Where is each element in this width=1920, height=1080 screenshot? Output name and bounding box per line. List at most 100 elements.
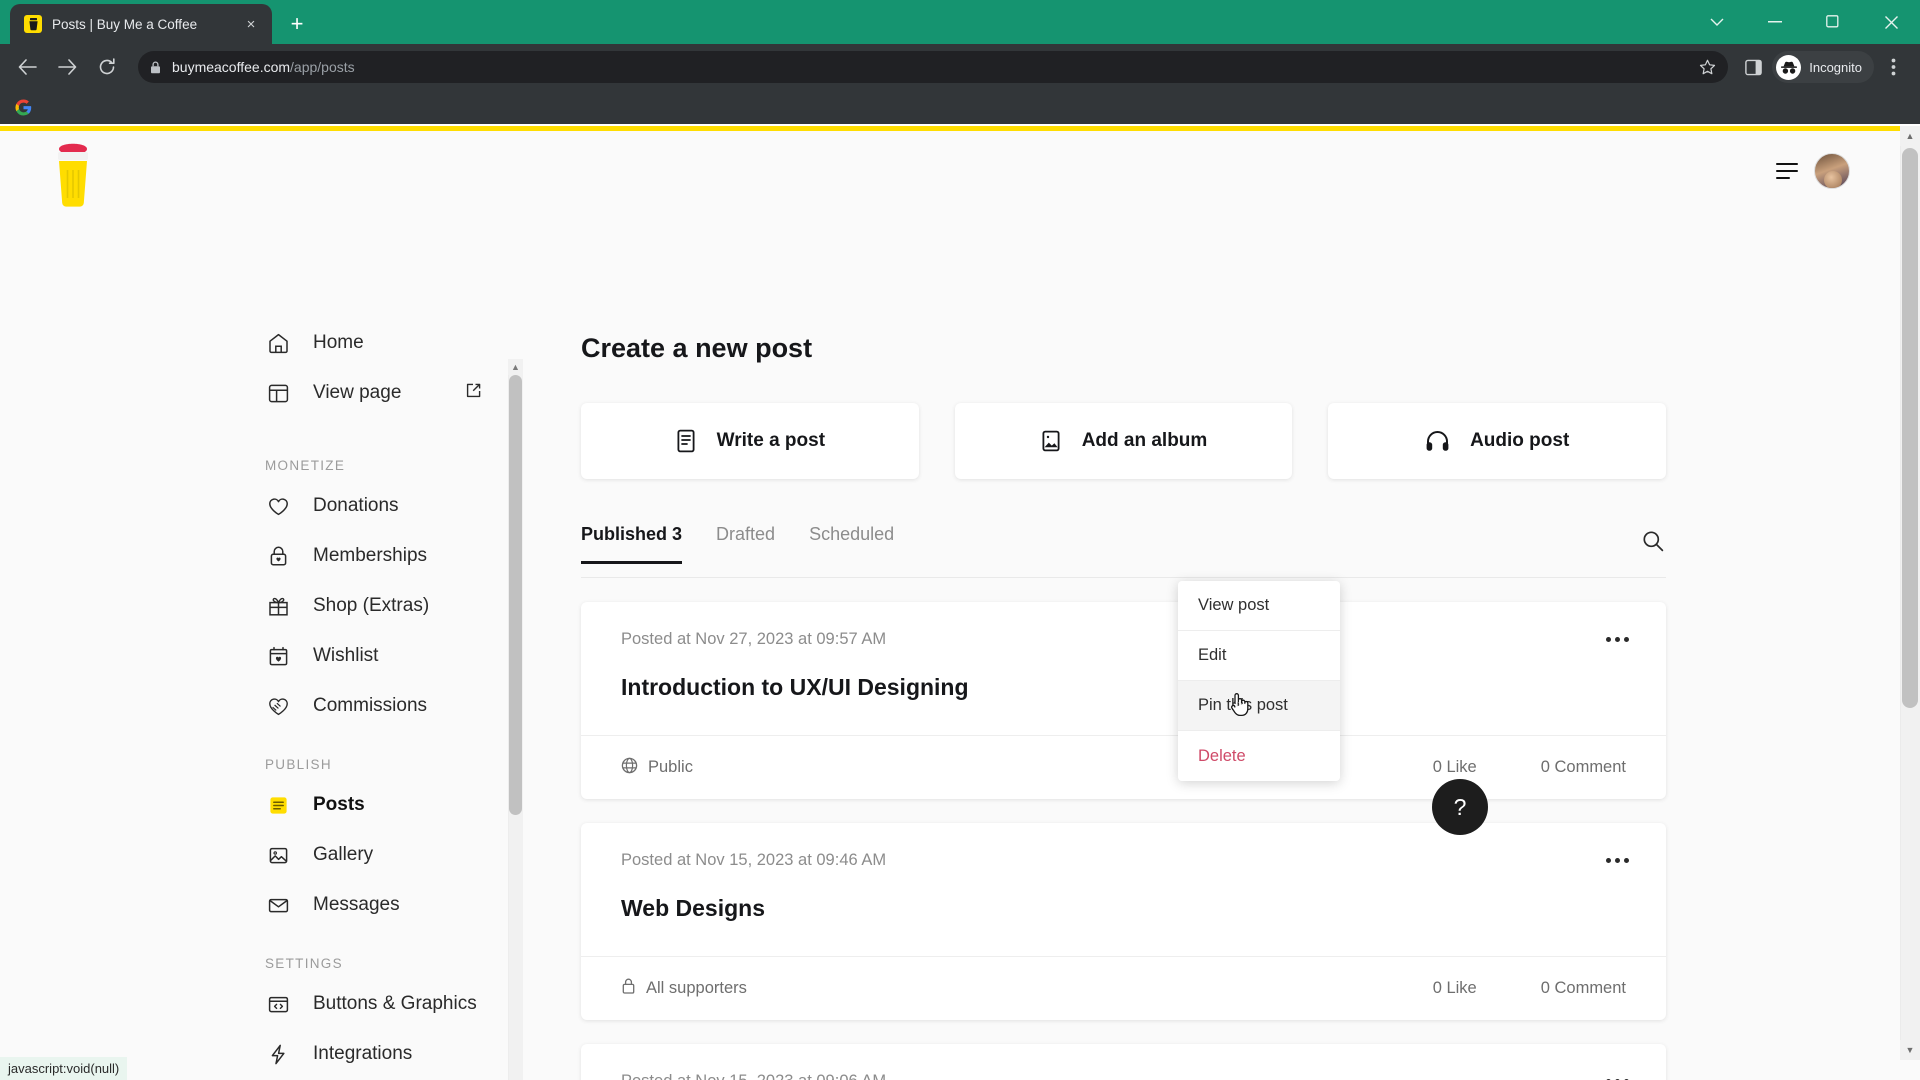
reload-icon[interactable] (90, 50, 124, 84)
maximize-icon[interactable] (1804, 0, 1862, 44)
sidebar-item-label: Messages (313, 894, 400, 915)
sidebar-item-view-page[interactable]: View page (265, 368, 530, 418)
gift-icon (265, 593, 291, 619)
sidebar-item-messages[interactable]: Messages (265, 880, 530, 930)
incognito-profile-chip[interactable]: Incognito (1772, 51, 1874, 83)
help-button[interactable]: ? (1432, 779, 1488, 835)
post-footer: Public 0 Like 0 Comment (581, 735, 1666, 799)
incognito-icon (1776, 54, 1802, 80)
sidebar-item-label: Buttons & Graphics (313, 993, 477, 1014)
browser-window: Posts | Buy Me a Coffee × + buymeacoffee… (0, 0, 1920, 1080)
external-link-icon[interactable] (465, 382, 482, 405)
post-comment-count: 0 Comment (1540, 758, 1626, 776)
page-viewport: Home View page MONETIZE Donations Member… (0, 126, 1920, 1080)
close-window-icon[interactable] (1862, 0, 1920, 44)
home-icon (265, 330, 291, 356)
post-options-button[interactable] (1600, 845, 1634, 875)
post-card: Posted at Nov 27, 2023 at 09:57 AM Intro… (581, 602, 1666, 799)
google-bookmark-icon[interactable] (12, 96, 34, 118)
post-visibility-label: Public (648, 758, 693, 776)
buy-me-a-coffee-cup-logo[interactable] (50, 143, 96, 209)
url-domain: buymeacoffee.com (172, 59, 291, 75)
post-title[interactable]: Web Designs (621, 895, 1626, 956)
post-visibility: All supporters (621, 977, 747, 1000)
post-options-button[interactable] (1600, 1066, 1634, 1080)
post-like-count: 0 Like (1432, 758, 1477, 776)
toolbar-right: Incognito (1736, 50, 1910, 84)
create-options-row: Write a post Add an album Audio post (581, 403, 1667, 479)
page-scroll-up-icon[interactable]: ▲ (1900, 126, 1920, 146)
browser-tab-title: Posts | Buy Me a Coffee (52, 16, 198, 32)
sidebar-item-label: Shop (Extras) (313, 595, 430, 616)
page-title: Create a new post (581, 333, 813, 363)
menu-icon[interactable] (1776, 163, 1798, 179)
sidebar-item-memberships[interactable]: Memberships (265, 531, 530, 581)
sidebar-item-commissions[interactable]: Commissions (265, 681, 530, 731)
post-list: Posted at Nov 27, 2023 at 09:57 AM Intro… (581, 602, 1666, 1080)
new-tab-button[interactable]: + (280, 7, 314, 41)
sidebar-item-gallery[interactable]: Gallery (265, 830, 530, 880)
sidebar-scrollbar-thumb[interactable] (509, 375, 522, 815)
menu-item-edit[interactable]: Edit (1178, 631, 1340, 681)
document-icon (675, 429, 697, 453)
avatar[interactable] (1814, 153, 1850, 189)
lock-icon (150, 60, 161, 74)
create-option-label: Write a post (716, 430, 826, 451)
sidebar-item-label: Posts (313, 794, 365, 815)
forward-icon[interactable] (50, 50, 84, 84)
close-icon[interactable]: × (240, 13, 262, 35)
sidebar-item-label: Gallery (313, 844, 374, 865)
url-path: /app/posts (290, 59, 355, 75)
sidebar-item-integrations[interactable]: Integrations (265, 1029, 530, 1079)
lock-heart-icon (265, 543, 291, 569)
bookmark-star-icon[interactable] (1699, 59, 1716, 76)
sidebar-item-label: View page (313, 382, 402, 403)
post-card: Posted at Nov 15, 2023 at 09:46 AM Web D… (581, 823, 1666, 1020)
add-an-album-button[interactable]: Add an album (954, 403, 1293, 479)
app-header (0, 131, 1900, 223)
sidebar-item-posts[interactable]: Posts (265, 780, 530, 830)
menu-item-pin-this-post[interactable]: Pin this post (1178, 681, 1340, 731)
search-icon[interactable] (1640, 528, 1666, 554)
sidebar-item-buttons-graphics[interactable]: Buttons & Graphics (265, 979, 530, 1029)
side-panel-icon[interactable] (1736, 50, 1770, 84)
image-icon (265, 842, 291, 868)
sidebar-item-wishlist[interactable]: Wishlist (265, 631, 530, 681)
sidebar-scroll-area: Home View page MONETIZE Donations Member… (0, 223, 530, 1080)
post-header: Posted at Nov 15, 2023 at 09:06 AM (581, 1044, 1666, 1080)
sidebar: Home View page MONETIZE Donations Member… (0, 223, 530, 1080)
post-header: Posted at Nov 15, 2023 at 09:46 AM Web D… (581, 823, 1666, 956)
audio-post-button[interactable]: Audio post (1328, 403, 1667, 479)
page-scrollbar-thumb[interactable] (1902, 148, 1918, 708)
sidebar-item-home[interactable]: Home (265, 318, 530, 368)
menu-item-view-post[interactable]: View post (1178, 581, 1340, 631)
post-visibility-label: All supporters (646, 979, 747, 997)
tab-scheduled[interactable]: Scheduled (809, 524, 894, 563)
post-footer: All supporters 0 Like 0 Comment (581, 956, 1666, 1020)
post-date: Posted at Nov 27, 2023 at 09:57 AM (621, 630, 887, 648)
sidebar-scroll-up-icon[interactable]: ▲ (508, 359, 523, 375)
write-a-post-button[interactable]: Write a post (581, 403, 919, 479)
page-scroll-down-icon[interactable]: ▼ (1900, 1040, 1920, 1060)
back-icon[interactable] (10, 50, 44, 84)
tab-search-icon[interactable] (1688, 0, 1746, 44)
sidebar-section-monetize: MONETIZE (265, 458, 346, 473)
post-options-button[interactable] (1600, 624, 1634, 654)
mouse-cursor-pointer (1228, 691, 1250, 724)
coffee-cup-icon (24, 15, 42, 33)
tab-drafted[interactable]: Drafted (716, 524, 775, 563)
menu-item-delete[interactable]: Delete (1178, 731, 1340, 781)
sidebar-item-donations[interactable]: Donations (265, 481, 530, 531)
post-title[interactable]: Introduction to UX/UI Designing (621, 674, 1626, 735)
envelope-icon (265, 892, 291, 918)
post-like-count: 0 Like (1432, 979, 1477, 997)
browser-tab[interactable]: Posts | Buy Me a Coffee × (10, 4, 272, 44)
sidebar-item-shop-extras[interactable]: Shop (Extras) (265, 581, 530, 631)
browser-menu-icon[interactable] (1876, 50, 1910, 84)
tab-published[interactable]: Published 3 (581, 524, 683, 564)
wishlist-icon (265, 643, 291, 669)
code-window-icon (265, 991, 291, 1017)
post-stats: 0 Like 0 Comment (1433, 979, 1626, 998)
address-bar[interactable]: buymeacoffee.com/app/posts (138, 51, 1729, 83)
minimize-icon[interactable] (1746, 0, 1804, 44)
